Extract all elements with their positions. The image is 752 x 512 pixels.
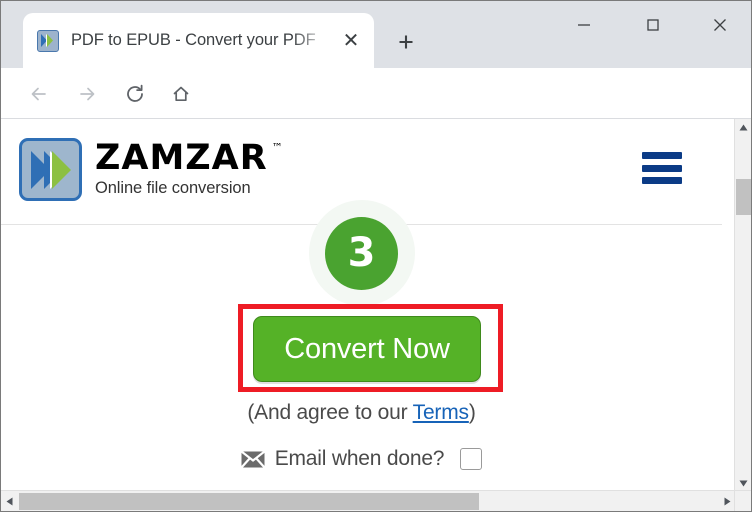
convert-now-button[interactable]: Convert Now [253, 316, 481, 382]
terms-suffix: ) [468, 401, 476, 424]
tab-close-icon[interactable]: ✕ [338, 28, 364, 54]
trademark-symbol: ™ [271, 141, 283, 154]
terms-prefix: (And agree to our [247, 401, 413, 424]
zamzar-logo[interactable]: ZAMZAR ™ Online file conversion [19, 138, 283, 201]
tab-title: PDF to EPUB - Convert your PDF [71, 31, 316, 49]
vertical-scrollbar-thumb[interactable] [736, 179, 751, 215]
hamburger-bar [642, 152, 682, 159]
vertical-scrollbar[interactable] [734, 119, 751, 492]
window-maximize-button[interactable] [630, 9, 676, 41]
scroll-up-arrow-icon[interactable] [735, 119, 751, 136]
back-arrow-icon[interactable] [23, 78, 55, 110]
window-minimize-button[interactable] [561, 9, 607, 41]
home-icon[interactable] [165, 78, 197, 110]
zamzar-chevron-favicon [37, 29, 59, 52]
email-when-done-checkbox[interactable] [460, 448, 483, 470]
email-when-done-row: Email when done? [1, 447, 722, 471]
step-badge-container: 3 [1, 200, 722, 306]
zamzar-wordmark-text: ZAMZAR [95, 138, 268, 178]
scroll-left-arrow-icon[interactable] [1, 491, 18, 511]
zamzar-double-chevron-logo [19, 138, 82, 201]
hamburger-bar [642, 164, 682, 172]
terms-link[interactable]: Terms [413, 401, 469, 424]
browser-window: PDF to EPUB - Convert your PDF ✕ ZAMZAR … [0, 0, 752, 512]
hamburger-bar [642, 177, 682, 184]
email-when-done-label: Email when done? [274, 447, 445, 470]
new-tab-button[interactable] [389, 27, 423, 57]
terms-agreement-text: (And agree to our Terms) [1, 401, 722, 425]
step-badge-halo: 3 [308, 200, 415, 306]
browser-toolbar: zamzar.com/convert/... [1, 68, 751, 177]
forward-arrow-icon[interactable] [71, 78, 103, 110]
reload-icon[interactable] [119, 78, 151, 110]
zamzar-tagline: Online file conversion [95, 179, 251, 197]
horizontal-scrollbar[interactable] [1, 490, 736, 511]
horizontal-scrollbar-thumb[interactable] [19, 493, 479, 510]
scrollbar-corner [734, 490, 751, 511]
browser-tab[interactable]: PDF to EPUB - Convert your PDF ✕ [23, 13, 374, 68]
hamburger-menu-icon[interactable] [642, 152, 682, 184]
window-close-button[interactable] [697, 9, 743, 41]
browser-titlebar: PDF to EPUB - Convert your PDF ✕ [1, 1, 751, 68]
step-number: 3 [347, 230, 376, 276]
zamzar-wordmark: ZAMZAR ™ [95, 138, 283, 178]
step-badge: 3 [325, 216, 398, 290]
envelope-icon [240, 450, 265, 468]
zamzar-page: ZAMZAR ™ Online file conversion 3 Conver… [1, 119, 722, 488]
page-viewport: ZAMZAR ™ Online file conversion 3 Conver… [1, 119, 751, 511]
zamzar-logo-text: ZAMZAR ™ Online file conversion [95, 138, 283, 198]
